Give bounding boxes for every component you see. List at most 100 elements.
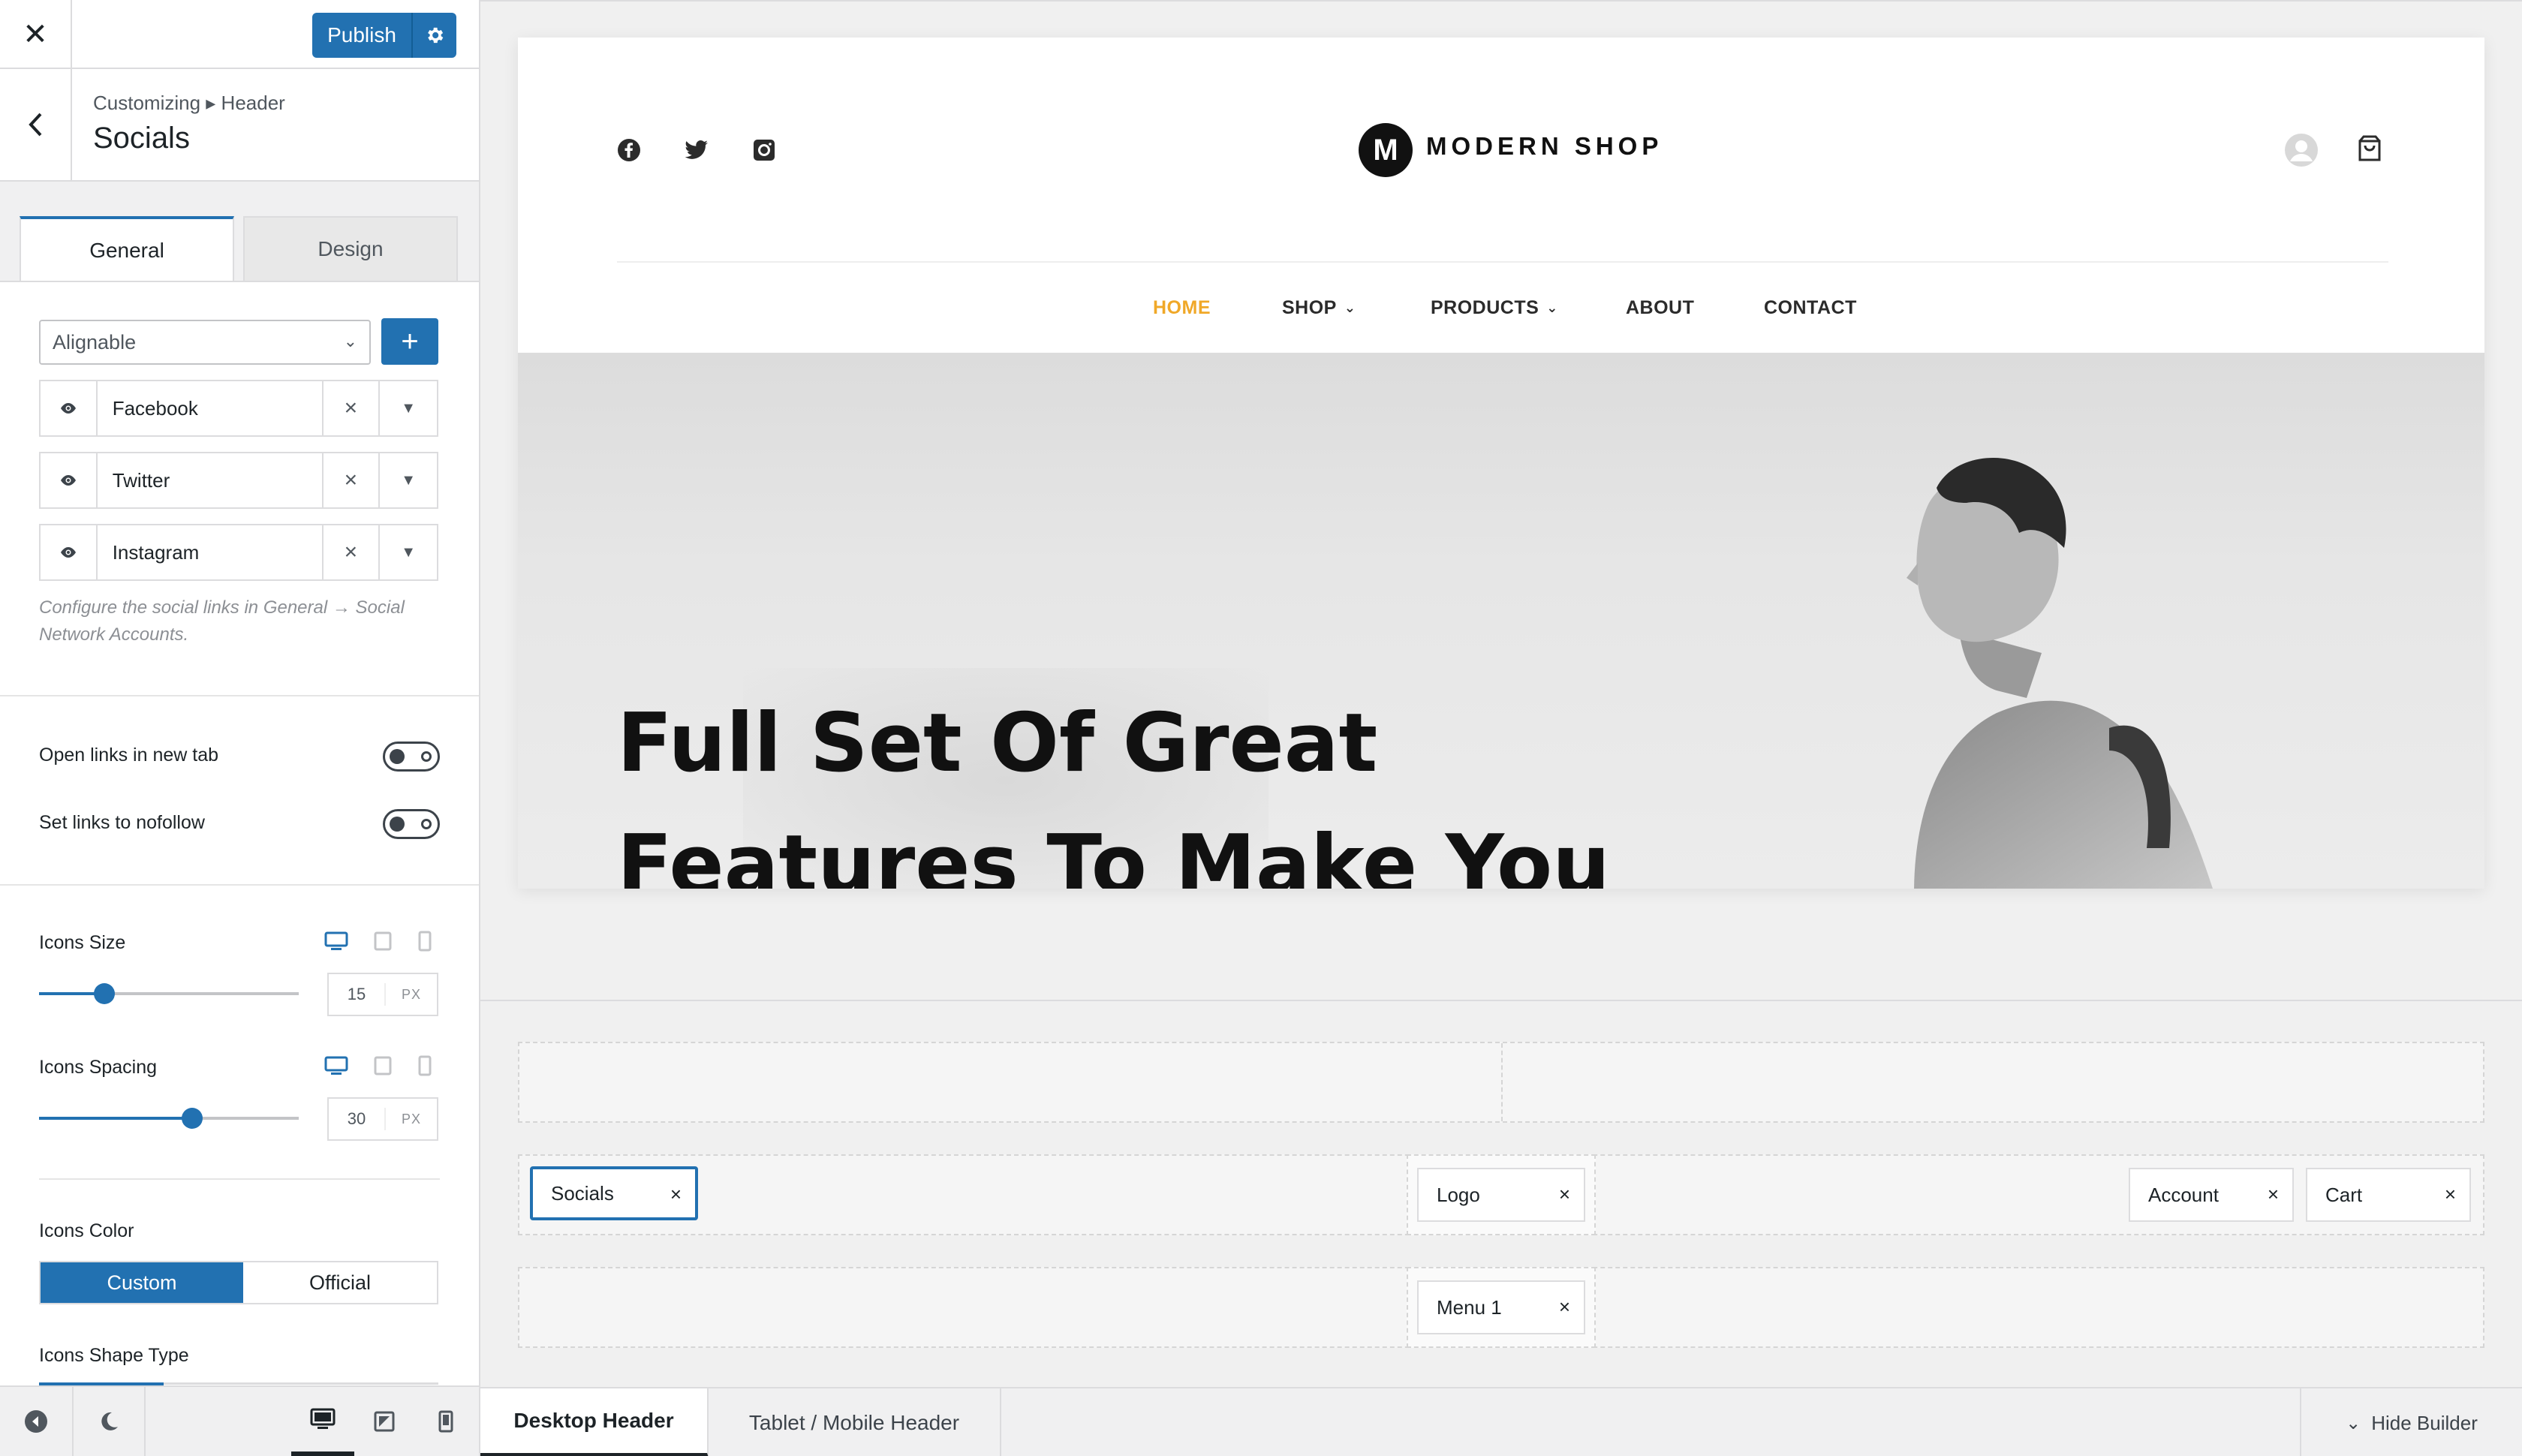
icons-spacing-slider[interactable]: [39, 1108, 299, 1129]
preview-mobile-button[interactable]: [414, 1387, 477, 1456]
icons-spacing-input[interactable]: 30 PX: [327, 1097, 438, 1141]
close-icon: ×: [344, 396, 358, 420]
unit-label: PX: [401, 1111, 421, 1127]
divider: [0, 884, 479, 886]
responsive-switch: [324, 931, 432, 952]
caret-down-icon: ▼: [401, 471, 417, 489]
instagram-icon[interactable]: [748, 134, 781, 167]
color-official-option[interactable]: Official: [243, 1262, 437, 1303]
close-icon[interactable]: ×: [2268, 1183, 2279, 1206]
expand-button[interactable]: ▼: [380, 381, 437, 435]
chevron-down-icon: ⌄: [2346, 1412, 2361, 1433]
hero-title-line: Full Set Of Great: [617, 696, 1378, 790]
close-icon[interactable]: ×: [2445, 1183, 2456, 1206]
tab-design[interactable]: Design: [243, 216, 458, 282]
nav-label: SHOP: [1282, 297, 1337, 318]
builder-item-cart[interactable]: Cart ×: [2306, 1168, 2471, 1222]
desktop-icon[interactable]: [324, 1055, 348, 1076]
mobile-icon[interactable]: [417, 1055, 432, 1076]
expand-button[interactable]: ▼: [380, 525, 437, 579]
publish-group: Publish: [312, 13, 456, 58]
color-custom-option[interactable]: Custom: [41, 1262, 243, 1303]
eye-icon: [60, 547, 76, 558]
back-button[interactable]: [0, 69, 72, 180]
publish-button[interactable]: Publish: [312, 13, 411, 58]
builder-item-label: Socials: [551, 1181, 614, 1205]
builder-item-account[interactable]: Account ×: [2129, 1168, 2294, 1222]
caret-down-icon: ▼: [401, 399, 417, 417]
visibility-toggle[interactable]: [41, 525, 98, 579]
nav-shop[interactable]: SHOP ⌄: [1282, 297, 1356, 319]
select-value: Alignable: [53, 330, 137, 353]
new-tab-label: Open links in new tab: [39, 745, 219, 766]
remove-button[interactable]: ×: [324, 525, 381, 579]
eye-icon: [60, 403, 76, 414]
builder-item-logo[interactable]: Logo ×: [1417, 1168, 1585, 1222]
close-icon[interactable]: ×: [670, 1183, 682, 1206]
mobile-icon[interactable]: [417, 931, 432, 952]
add-social-button[interactable]: +: [381, 318, 438, 365]
nav-contact[interactable]: CONTACT: [1764, 297, 1857, 319]
close-icon[interactable]: ×: [1559, 1183, 1570, 1206]
facebook-icon[interactable]: [612, 134, 646, 167]
builder-item-menu[interactable]: Menu 1 ×: [1417, 1280, 1585, 1334]
twitter-icon[interactable]: [680, 134, 713, 167]
nav-products[interactable]: PRODUCTS ⌄: [1431, 297, 1558, 319]
social-network-select[interactable]: Alignable ⌄: [39, 320, 371, 365]
slider-handle[interactable]: [94, 983, 115, 1004]
dark-mode-button[interactable]: [72, 1387, 146, 1456]
site-logo-text[interactable]: MODERN SHOP: [1426, 132, 1663, 161]
responsive-switch: [324, 1055, 432, 1076]
builder-row-top[interactable]: [518, 1042, 2484, 1123]
nav-home[interactable]: HOME: [1153, 297, 1211, 319]
icons-size-input[interactable]: 15 PX: [327, 973, 438, 1016]
site-logo-mark[interactable]: M: [1359, 123, 1413, 177]
expand-button[interactable]: ▼: [380, 453, 437, 507]
builder-item-socials[interactable]: Socials ×: [530, 1166, 698, 1220]
builder-bottom-bar: Desktop Header Tablet / Mobile Header ⌄ …: [480, 1387, 2522, 1456]
social-item-twitter: Twitter × ▼: [39, 452, 438, 509]
visibility-toggle[interactable]: [41, 381, 98, 435]
icons-color-label: Icons Color: [39, 1220, 134, 1241]
publish-settings-button[interactable]: [411, 13, 456, 58]
tab-desktop-header[interactable]: Desktop Header: [480, 1388, 709, 1456]
builder-item-label: Menu 1: [1437, 1295, 1502, 1319]
hide-builder-button[interactable]: ⌄ Hide Builder: [2300, 1388, 2522, 1456]
preview-tablet-button[interactable]: [353, 1387, 416, 1456]
tab-mobile-header[interactable]: Tablet / Mobile Header: [709, 1388, 1001, 1456]
hide-builder-label: Hide Builder: [2371, 1411, 2478, 1434]
mobile-icon: [438, 1410, 453, 1433]
remove-button[interactable]: ×: [324, 381, 381, 435]
remove-button[interactable]: ×: [324, 453, 381, 507]
account-icon[interactable]: [2283, 132, 2319, 172]
nav-about[interactable]: ABOUT: [1626, 297, 1694, 319]
nav-label: ABOUT: [1626, 297, 1695, 318]
tab-general[interactable]: General: [20, 216, 234, 282]
icons-size-slider[interactable]: [39, 983, 299, 1004]
visibility-toggle[interactable]: [41, 453, 98, 507]
close-icon: ×: [344, 540, 358, 564]
nav-label: HOME: [1153, 297, 1211, 318]
help-text: Configure the social links in General → …: [39, 597, 405, 645]
icons-size-value[interactable]: 15: [329, 983, 386, 1006]
cart-icon[interactable]: [2357, 135, 2382, 166]
chevron-down-icon: ⌄: [1546, 300, 1558, 315]
tablet-icon[interactable]: [372, 1055, 393, 1076]
tablet-icon: [374, 1411, 395, 1432]
tablet-icon[interactable]: [372, 931, 393, 952]
hero-title: Full Set Of Great Features To Make You: [617, 683, 1668, 889]
new-tab-toggle[interactable]: [383, 742, 440, 772]
nofollow-toggle[interactable]: [383, 809, 440, 839]
slider-handle[interactable]: [182, 1108, 203, 1129]
collapse-sidebar-button[interactable]: [0, 1387, 72, 1456]
close-button[interactable]: ✕: [0, 0, 72, 69]
preview-desktop-button[interactable]: [291, 1387, 354, 1456]
site-header: M MODERN SHOP HOME SHOP ⌄ PRODUCTS ⌄ ABOUT…: [518, 38, 2484, 353]
nofollow-label: Set links to nofollow: [39, 812, 205, 833]
moon-icon: [101, 1412, 118, 1430]
desktop-icon[interactable]: [324, 931, 348, 952]
nav-label: CONTACT: [1764, 297, 1857, 318]
column-separator: [1501, 1043, 1503, 1121]
icons-spacing-value[interactable]: 30: [329, 1108, 386, 1130]
close-icon[interactable]: ×: [1559, 1295, 1570, 1319]
